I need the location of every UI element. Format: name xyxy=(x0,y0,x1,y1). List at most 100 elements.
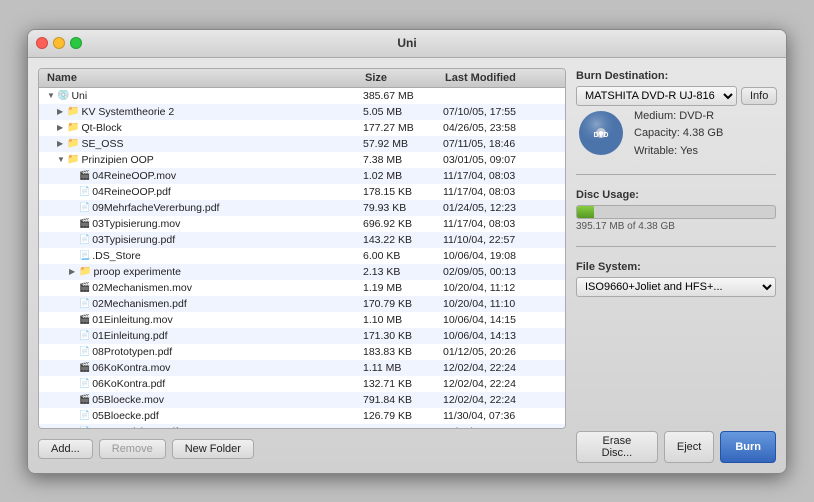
table-row[interactable]: 📃 .DS_Store6.00 KB10/06/04, 19:08 xyxy=(39,248,565,264)
disc-usage-label: Disc Usage: xyxy=(576,189,776,201)
drive-select[interactable]: MATSHITA DVD-R UJ-816 xyxy=(576,86,737,106)
new-folder-button[interactable]: New Folder xyxy=(172,439,254,459)
file-size: 132.71 KB xyxy=(361,378,441,390)
table-row[interactable]: 📄 01Einleitung.pdf 171.30 KB10/06/04, 14:… xyxy=(39,328,565,344)
expand-icon[interactable]: ▼ xyxy=(57,155,65,164)
table-row[interactable]: 🎬 06KoKontra.mov1.11 MB12/02/04, 22:24 xyxy=(39,360,565,376)
table-row[interactable]: 📄 07Generizitaet.pdf352.56 KB12/15/04, 1… xyxy=(39,424,565,428)
table-row[interactable]: ▶📁 KV Systemtheorie 25.05 MB07/10/05, 17… xyxy=(39,104,565,120)
expand-icon[interactable]: ▶ xyxy=(57,139,65,148)
info-button[interactable]: Info xyxy=(741,87,777,105)
table-row[interactable]: ▼📁 Prinzipien OOP 7.38 MB03/01/05, 09:07 xyxy=(39,152,565,168)
file-size: 171.30 KB xyxy=(361,330,441,342)
mov-icon: 🎬 xyxy=(79,394,90,405)
header-modified: Last Modified xyxy=(441,71,561,85)
file-system-select[interactable]: ISO9660+Joliet and HFS+... xyxy=(576,277,776,297)
file-size: 385.67 MB xyxy=(361,90,441,102)
file-modified: 12/15/04, 16:39 xyxy=(441,426,561,428)
file-name: 03Typisierung.mov xyxy=(92,218,180,230)
table-row[interactable]: 📄 08Prototypen.pdf183.83 KB01/12/05, 20:… xyxy=(39,344,565,360)
drive-select-row: MATSHITA DVD-R UJ-816 Info xyxy=(576,86,776,106)
window-title: Uni xyxy=(397,36,416,50)
disc-usage-bar xyxy=(577,206,594,218)
file-name: 03Typisierung.pdf xyxy=(92,234,175,246)
capacity-row: Capacity: 4.38 GB xyxy=(634,125,723,143)
table-row[interactable]: ▶📁 SE_OSS57.92 MB07/11/05, 18:46 xyxy=(39,136,565,152)
divider-1 xyxy=(576,174,776,175)
file-name: 02Mechanismen.pdf xyxy=(92,298,187,310)
file-modified: 11/10/04, 22:57 xyxy=(441,234,561,246)
table-row[interactable]: ▼💿 Uni385.67 MB xyxy=(39,88,565,104)
table-row[interactable]: 📄 09MehrfacheVererbung.pdf79.93 KB01/24/… xyxy=(39,200,565,216)
remove-button[interactable]: Remove xyxy=(99,439,166,459)
table-row[interactable]: 📄 02Mechanismen.pdf170.79 KB10/20/04, 11… xyxy=(39,296,565,312)
file-name: 05Bloecke.mov xyxy=(92,394,164,406)
burn-destination-section: Burn Destination: MATSHITA DVD-R UJ-816 … xyxy=(576,70,776,161)
bottom-buttons: Add... Remove New Folder xyxy=(38,435,566,463)
file-modified: 10/06/04, 19:08 xyxy=(441,250,561,262)
file-list-header: Name Size Last Modified xyxy=(39,69,565,88)
table-row[interactable]: 📄 03Typisierung.pdf 143.22 KB11/10/04, 22… xyxy=(39,232,565,248)
eject-button[interactable]: Eject xyxy=(664,431,714,463)
capacity-value: 4.38 GB xyxy=(683,127,723,139)
disc-icon: 💿 xyxy=(57,90,69,101)
file-name: 08Prototypen.pdf xyxy=(92,346,172,358)
table-row[interactable]: 📄 04ReineOOP.pdf178.15 KB11/17/04, 08:03 xyxy=(39,184,565,200)
minimize-button[interactable] xyxy=(53,37,65,49)
table-row[interactable]: 🎬 04ReineOOP.mov1.02 MB11/17/04, 08:03 xyxy=(39,168,565,184)
pdf-icon: 📄 xyxy=(79,330,90,341)
mov-icon: 🎬 xyxy=(79,170,90,181)
folder-icon: 📁 xyxy=(67,154,79,165)
expand-icon[interactable]: ▶ xyxy=(57,107,65,116)
table-row[interactable]: ▶📁 Qt-Block177.27 MB04/26/05, 23:58 xyxy=(39,120,565,136)
table-row[interactable]: 📄 05Bloecke.pdf126.79 KB11/30/04, 07:36 xyxy=(39,408,565,424)
file-name: 05Bloecke.pdf xyxy=(92,410,159,422)
file-name: 02Mechanismen.mov xyxy=(92,282,192,294)
expand-icon[interactable]: ▶ xyxy=(69,267,77,276)
file-size: 126.79 KB xyxy=(361,410,441,422)
file-name: proop experimente xyxy=(93,266,181,278)
pdf-icon: 📄 xyxy=(79,378,90,389)
table-row[interactable]: 🎬 01Einleitung.mov1.10 MB10/06/04, 14:15 xyxy=(39,312,565,328)
file-list-container: Name Size Last Modified ▼💿 Uni385.67 MB▶… xyxy=(38,68,566,429)
file-size: 1.19 MB xyxy=(361,282,441,294)
add-button[interactable]: Add... xyxy=(38,439,93,459)
file-modified: 10/06/04, 14:15 xyxy=(441,314,561,326)
table-row[interactable]: 🎬 03Typisierung.mov696.92 KB11/17/04, 08… xyxy=(39,216,565,232)
table-row[interactable]: 🎬 05Bloecke.mov791.84 KB12/02/04, 22:24 xyxy=(39,392,565,408)
file-list-body[interactable]: ▼💿 Uni385.67 MB▶📁 KV Systemtheorie 25.05… xyxy=(39,88,565,428)
file-name: 01Einleitung.pdf xyxy=(92,330,167,342)
dvd-icon: DVD xyxy=(576,108,626,158)
file-modified: 02/09/05, 00:13 xyxy=(441,266,561,278)
table-row[interactable]: 🎬 02Mechanismen.mov1.19 MB10/20/04, 11:1… xyxy=(39,280,565,296)
erase-disc-button[interactable]: Erase Disc... xyxy=(576,431,658,463)
writable-value: Yes xyxy=(680,145,698,157)
file-size: 170.79 KB xyxy=(361,298,441,310)
file-size: 143.22 KB xyxy=(361,234,441,246)
file-size: 1.10 MB xyxy=(361,314,441,326)
file-modified: 04/26/05, 23:58 xyxy=(441,122,561,134)
medium-label: Medium: xyxy=(634,110,679,122)
table-row[interactable]: ▶📁 proop experimente2.13 KB02/09/05, 00:… xyxy=(39,264,565,280)
burn-button[interactable]: Burn xyxy=(720,431,776,463)
close-button[interactable] xyxy=(36,37,48,49)
file-system-section: File System: ISO9660+Joliet and HFS+... xyxy=(576,261,776,297)
pdf-icon: 📄 xyxy=(79,202,90,213)
file-size: 7.38 MB xyxy=(361,154,441,166)
maximize-button[interactable] xyxy=(70,37,82,49)
pdf-icon: 📄 xyxy=(79,234,90,245)
folder-icon: 📁 xyxy=(67,122,79,133)
file-modified: 10/06/04, 14:13 xyxy=(441,330,561,342)
file-modified: 12/02/04, 22:24 xyxy=(441,362,561,374)
header-size: Size xyxy=(361,71,441,85)
disc-usage-value: 395.17 MB of 4.38 GB xyxy=(576,221,776,232)
file-size: 178.15 KB xyxy=(361,186,441,198)
file-modified: 03/01/05, 09:07 xyxy=(441,154,561,166)
expand-icon[interactable]: ▼ xyxy=(47,91,55,100)
file-name: .DS_Store xyxy=(92,250,140,262)
expand-icon[interactable]: ▶ xyxy=(57,123,65,132)
file-name: 06KoKontra.mov xyxy=(92,362,170,374)
file-name: Prinzipien OOP xyxy=(81,154,153,166)
traffic-lights xyxy=(36,37,82,49)
table-row[interactable]: 📄 06KoKontra.pdf132.71 KB12/02/04, 22:24 xyxy=(39,376,565,392)
